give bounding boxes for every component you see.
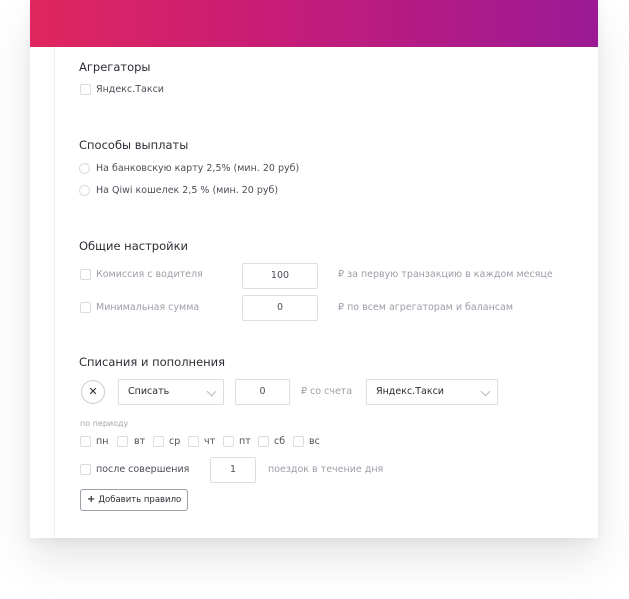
left-divider — [54, 47, 55, 538]
payout-radio-card[interactable] — [79, 163, 90, 174]
general-title: Общие настройки — [79, 239, 188, 253]
account-select-value: Яндекс.Такси — [376, 386, 444, 397]
settings-card: Агрегаторы Яндекс.Такси Способы выплаты … — [30, 0, 598, 538]
payout-label-card: На банковскую карту 2,5% (мин. 20 руб) — [96, 163, 300, 174]
remove-rule-button[interactable]: ✕ — [81, 380, 105, 404]
aggregator-label-yandex: Яндекс.Такси — [96, 84, 164, 95]
chevron-down-icon — [206, 386, 217, 397]
payout-radio-qiwi[interactable] — [79, 185, 90, 196]
day-checkbox-mon[interactable] — [80, 436, 91, 447]
day-checkbox-wed[interactable] — [153, 436, 164, 447]
commission-label: Комиссия с водителя — [96, 269, 203, 280]
day-label-mon: пн — [96, 436, 109, 447]
action-select[interactable]: Списать — [118, 379, 224, 405]
close-icon: ✕ — [88, 385, 98, 398]
action-select-value: Списать — [128, 386, 170, 397]
trips-label: поездок в течение дня — [268, 464, 384, 475]
day-checkbox-fri[interactable] — [223, 436, 234, 447]
add-rule-button[interactable]: + Добавить правило — [80, 489, 189, 511]
account-select[interactable]: Яндекс.Такси — [366, 379, 498, 405]
trips-count-input[interactable]: 1 — [210, 457, 256, 483]
day-label-wed: ср — [169, 436, 181, 447]
aggregators-title: Агрегаторы — [79, 60, 151, 74]
charges-title: Списания и пополнения — [79, 355, 226, 369]
payout-label-qiwi: На Qiwi кошелек 2,5 % (мин. 20 руб) — [96, 185, 279, 196]
min-sum-label: Минимальная сумма — [96, 302, 200, 313]
min-sum-checkbox[interactable] — [80, 302, 91, 313]
after-trips-label: после совершения — [96, 464, 190, 475]
add-rule-label: Добавить правило — [98, 495, 182, 505]
day-checkbox-sat[interactable] — [258, 436, 269, 447]
aggregator-checkbox-yandex[interactable] — [80, 84, 91, 95]
commission-checkbox[interactable] — [80, 269, 91, 280]
day-label-fri: пт — [239, 436, 251, 447]
day-label-sun: вс — [309, 436, 320, 447]
day-checkbox-thu[interactable] — [188, 436, 199, 447]
min-sum-note: ₽ по всем агрегаторам и балансам — [338, 302, 514, 313]
day-label-sat: сб — [274, 436, 286, 447]
period-label: по периоду — [80, 419, 129, 428]
day-checkbox-sun[interactable] — [293, 436, 304, 447]
day-checkbox-tue[interactable] — [117, 436, 128, 447]
after-trips-checkbox[interactable] — [80, 464, 91, 475]
day-label-thu: чт — [204, 436, 216, 447]
from-account-label: ₽ со счета — [301, 386, 353, 397]
day-label-tue: вт — [134, 436, 146, 447]
amount-input[interactable]: 0 — [235, 379, 290, 405]
payout-title: Способы выплаты — [79, 138, 189, 152]
min-sum-input[interactable]: 0 — [242, 295, 318, 321]
header-gradient-bar — [30, 0, 598, 47]
commission-input[interactable]: 100 — [242, 263, 318, 289]
plus-icon: + — [87, 494, 96, 505]
chevron-down-icon — [480, 386, 491, 397]
commission-note: ₽ за первую транзакцию в каждом месяце — [338, 269, 553, 280]
